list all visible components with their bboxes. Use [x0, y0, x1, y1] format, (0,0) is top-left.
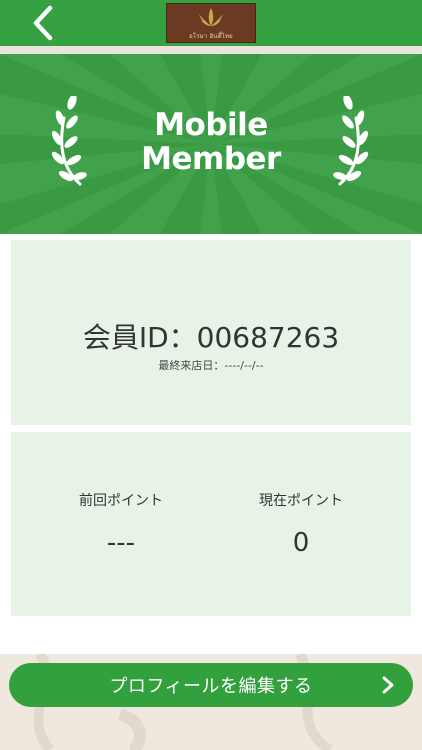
chevron-left-icon	[33, 5, 53, 41]
previous-points-value: ---	[106, 528, 136, 558]
edit-profile-label: プロフィールを編集する	[109, 676, 313, 697]
points-card: 前回ポイント --- 現在ポイント 0	[11, 432, 411, 616]
previous-points: 前回ポイント ---	[21, 490, 221, 558]
current-points-value: 0	[292, 528, 310, 558]
laurel-right-icon	[333, 96, 369, 186]
member-id: 会員ID：00687263	[82, 321, 340, 354]
shop-logo: อโรมา อินดี้ไทย	[166, 3, 256, 43]
mobile-member-banner: Mobile Member	[0, 54, 422, 234]
current-points-label: 現在ポイント	[259, 493, 343, 509]
logo-text: อโรมา อินดี้ไทย	[189, 32, 233, 40]
lotus-icon	[199, 7, 223, 26]
back-button[interactable]	[22, 4, 62, 42]
current-points: 現在ポイント 0	[201, 490, 401, 558]
member-content: 会員ID：00687263 最終来店日：----/--/-- 前回ポイント --…	[0, 234, 422, 654]
member-id-card: 会員ID：00687263 最終来店日：----/--/--	[11, 240, 411, 425]
header-divider	[0, 46, 422, 54]
last-visit-date: 最終来店日：----/--/--	[158, 359, 264, 372]
previous-points-label: 前回ポイント	[79, 493, 163, 509]
edit-profile-button[interactable]: プロフィールを編集する	[9, 663, 413, 707]
chevron-right-icon	[382, 676, 394, 694]
app-header: อโรมา อินดี้ไทย	[0, 0, 422, 46]
